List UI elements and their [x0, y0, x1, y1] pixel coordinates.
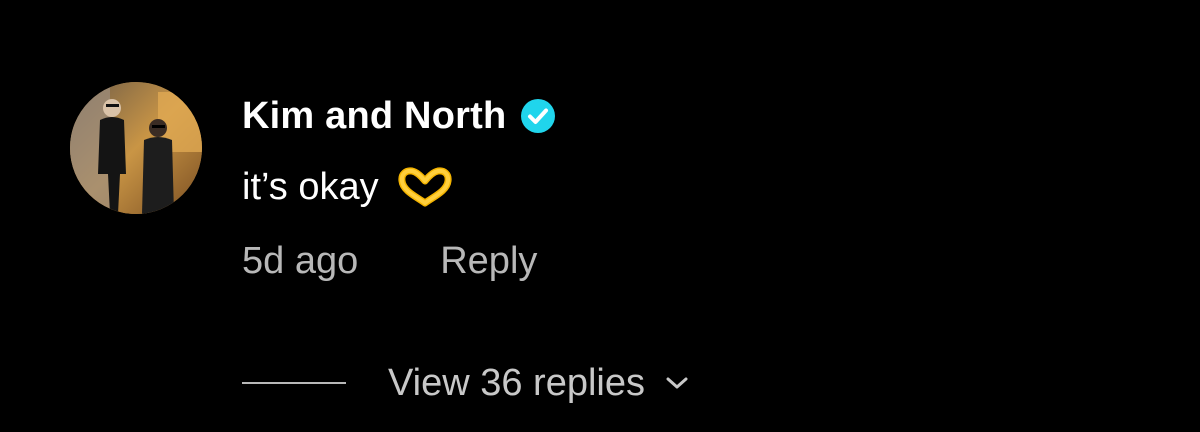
chevron-down-icon — [665, 375, 689, 391]
avatar[interactable] — [70, 82, 202, 214]
reply-button[interactable]: Reply — [440, 240, 537, 283]
username[interactable]: Kim and North — [242, 95, 506, 138]
timestamp: 5d ago — [242, 239, 359, 282]
comment-text: it’s okay — [242, 165, 379, 208]
heart-hands-emoji-icon — [397, 167, 453, 207]
comment-item: Kim and North it’s okay 5d ago Reply Vie… — [0, 0, 1200, 432]
comment-meta: 5d ago Reply — [242, 236, 537, 286]
divider-line — [242, 382, 346, 384]
avatar-photo — [70, 82, 202, 214]
view-replies-label: View 36 replies — [388, 361, 646, 404]
username-row: Kim and North — [242, 92, 558, 140]
verified-badge-icon — [518, 96, 558, 136]
comment-body: it’s okay — [242, 163, 453, 211]
view-replies-button[interactable]: View 36 replies — [242, 358, 689, 408]
